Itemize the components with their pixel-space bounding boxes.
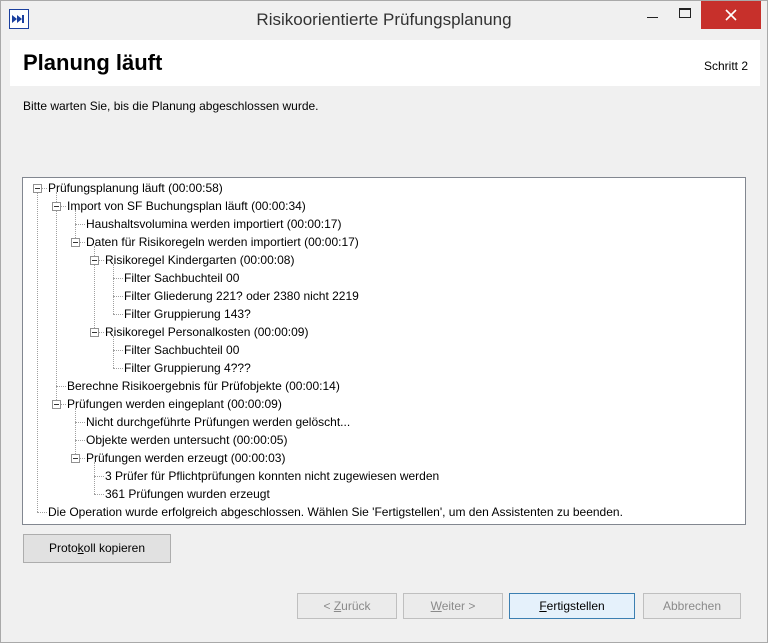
tree-node[interactable]: Filter Gruppierung 4??? (124, 359, 251, 377)
tree-node[interactable]: Prüfungen werden eingeplant (00:00:09) (67, 395, 282, 413)
finish-button[interactable]: Fertigstellen (509, 593, 635, 619)
collapse-toggle-icon[interactable] (90, 256, 99, 265)
tree-connector (113, 368, 123, 369)
copy-log-button[interactable]: Protokoll kopieren (23, 534, 171, 563)
collapse-toggle-icon[interactable] (52, 202, 61, 211)
tree-connector (94, 494, 104, 495)
maximize-icon (679, 8, 691, 18)
tree-node[interactable]: Daten für Risikoregeln werden importiert… (86, 233, 359, 251)
step-indicator: Schritt 2 (703, 59, 748, 73)
tree-connector (75, 422, 85, 423)
tree-connector (37, 512, 47, 513)
tree-node[interactable]: Objekte werden untersucht (00:00:05) (86, 431, 287, 449)
tree-node[interactable]: Filter Sachbuchteil 00 (124, 341, 239, 359)
instruction-text: Bitte warten Sie, bis die Planung abgesc… (23, 99, 319, 113)
tree-connector (75, 440, 85, 441)
tree-node[interactable]: Prüfungsplanung läuft (00:00:58) (48, 179, 223, 197)
tree-node[interactable]: Prüfungen werden erzeugt (00:00:03) (86, 449, 285, 467)
tree-node[interactable]: Die Operation wurde erfolgreich abgeschl… (48, 503, 623, 521)
tree-node[interactable]: Filter Gliederung 221? oder 2380 nicht 2… (124, 287, 359, 305)
tree-node[interactable]: Risikoregel Kindergarten (00:00:08) (105, 251, 294, 269)
wizard-header: Planung läuft Schritt 2 (10, 40, 760, 86)
tree-connector (75, 408, 76, 458)
tree-node[interactable]: Risikoregel Personalkosten (00:00:09) (105, 323, 308, 341)
tree-connector (113, 350, 123, 351)
tree-connector (75, 224, 85, 225)
tree-node[interactable]: Filter Gruppierung 143? (124, 305, 251, 323)
minimize-icon (647, 17, 658, 18)
collapse-toggle-icon[interactable] (90, 328, 99, 337)
tree-connector (56, 386, 66, 387)
tree-node[interactable]: 361 Prüfungen wurden erzeugt (105, 485, 270, 503)
cancel-button[interactable]: Abbrechen (643, 593, 741, 619)
tree-node[interactable]: Haushaltsvolumina werden importiert (00:… (86, 215, 341, 233)
tree-node[interactable]: Berechne Risikoergebnis für Prüfobjekte … (67, 377, 340, 395)
next-button[interactable]: Weiter > (403, 593, 503, 619)
tree-connector (113, 278, 123, 279)
close-button[interactable] (701, 1, 761, 29)
collapse-toggle-icon[interactable] (71, 454, 80, 463)
tree-connector (113, 296, 123, 297)
title-bar[interactable]: Risikoorientierte Prüfungsplanung (1, 1, 767, 37)
tree-connector (37, 192, 38, 512)
tree-connector (56, 192, 57, 404)
wizard-window: Risikoorientierte Prüfungsplanung Planun… (0, 0, 768, 643)
progress-tree[interactable]: Prüfungsplanung läuft (00:00:58) Import v… (22, 177, 746, 525)
close-icon (725, 9, 737, 21)
tree-connector (113, 314, 123, 315)
tree-node[interactable]: Nicht durchgeführte Prüfungen werden gel… (86, 413, 350, 431)
collapse-toggle-icon[interactable] (52, 400, 61, 409)
tree-node[interactable]: 3 Prüfer für Pflichtprüfungen konnten ni… (105, 467, 439, 485)
tree-connector (113, 264, 114, 314)
page-title: Planung läuft (23, 50, 163, 75)
tree-node[interactable]: Import von SF Buchungsplan läuft (00:00:… (67, 197, 306, 215)
back-button[interactable]: < Zurück (297, 593, 397, 619)
tree-connector (94, 476, 104, 477)
collapse-toggle-icon[interactable] (71, 238, 80, 247)
tree-node[interactable]: Filter Sachbuchteil 00 (124, 269, 239, 287)
collapse-toggle-icon[interactable] (33, 184, 42, 193)
